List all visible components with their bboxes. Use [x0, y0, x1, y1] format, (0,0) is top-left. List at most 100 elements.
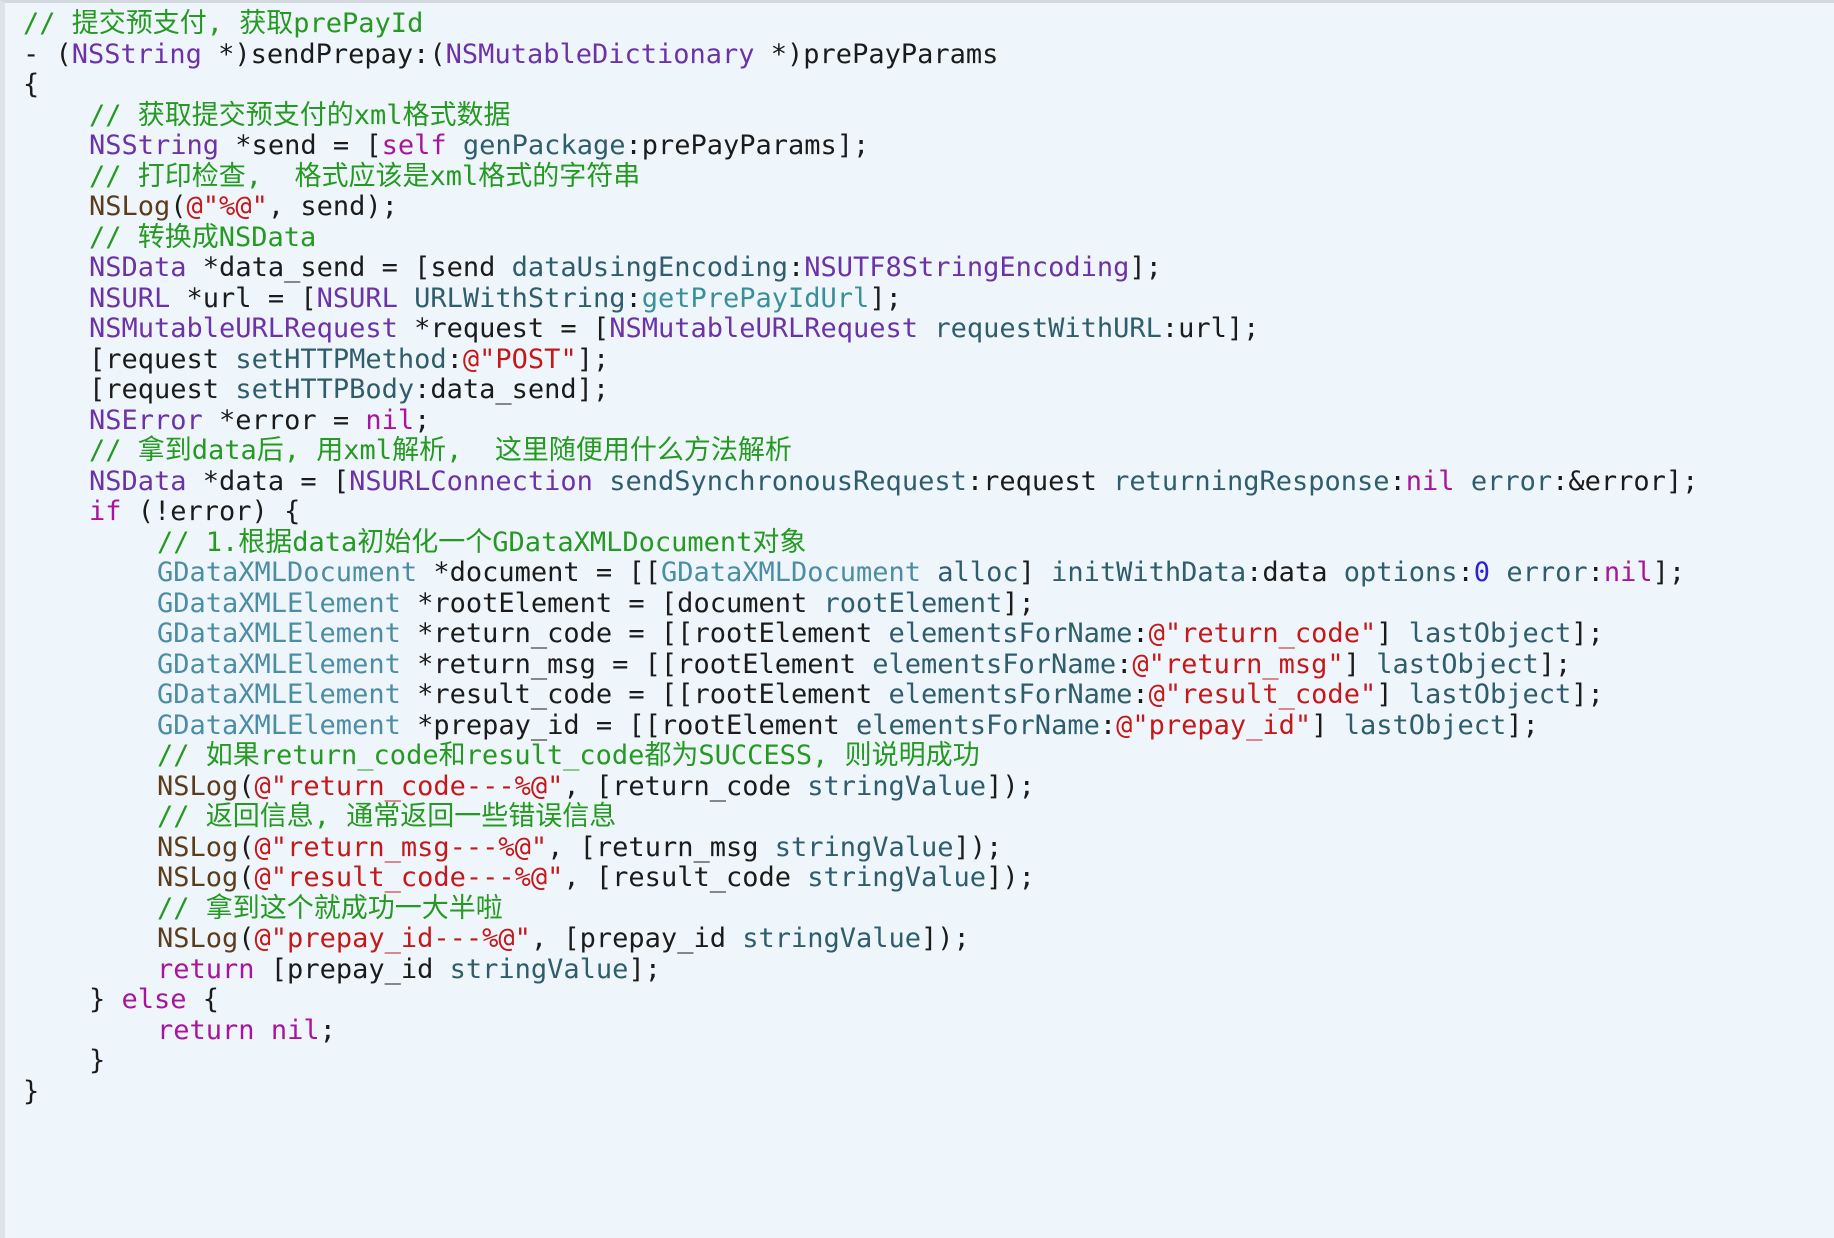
- code-token-plain: - (: [23, 38, 72, 70]
- code-line[interactable]: // 获取提交预支付的xml格式数据: [23, 100, 1698, 132]
- code-token-plain: ]: [1018, 557, 1052, 588]
- code-line[interactable]: // 返回信息, 通常返回一些错误信息: [23, 801, 1698, 833]
- code-line[interactable]: } else {: [23, 984, 1698, 1016]
- code-token-plain: *request = [: [397, 313, 610, 344]
- code-token-method: stringValue: [449, 953, 629, 985]
- code-token-plain: ]);: [921, 923, 970, 954]
- code-line[interactable]: NSLog(@"return_code---%@", [return_code …: [23, 770, 1698, 803]
- code-token-type: NSURLConnection: [349, 465, 593, 497]
- code-line[interactable]: NSLog(@"return_msg---%@", [return_msg st…: [23, 831, 1698, 864]
- code-line[interactable]: NSData *data_send = [send dataUsingEncod…: [23, 252, 1698, 284]
- code-line[interactable]: }: [23, 1076, 1698, 1108]
- code-editor[interactable]: // 提交预支付, 获取prePayId - (NSString *)sendPr…: [23, 8, 1698, 1108]
- code-token-comment: // 转换成NSData: [89, 221, 317, 253]
- code-token-plain: :: [788, 252, 805, 283]
- code-token-plain: :: [625, 282, 642, 314]
- code-token-method: elementsForName: [872, 648, 1117, 680]
- code-line[interactable]: NSString *send = [self genPackage:prePay…: [23, 130, 1698, 162]
- code-line[interactable]: // 拿到data后, 用xml解析, 这里随便用什么方法解析: [23, 435, 1698, 467]
- code-token-string: @"return_code": [1148, 618, 1377, 649]
- code-line[interactable]: // 打印检查, 格式应该是xml格式的字符串: [23, 161, 1698, 193]
- code-token-plain: *data = [: [186, 465, 350, 497]
- code-token-string: @"result_code---%@": [254, 862, 564, 893]
- code-line[interactable]: GDataXMLElement *prepay_id = [[rootEleme…: [23, 709, 1698, 742]
- code-token-type: NSMutableDictionary: [445, 38, 755, 70]
- code-token-plain: ;: [414, 404, 431, 436]
- code-token-string: @"return_code---%@": [254, 770, 564, 802]
- code-line[interactable]: GDataXMLElement *return_msg = [[rootElem…: [23, 648, 1698, 681]
- code-token-plain: :request: [966, 465, 1114, 497]
- code-token-keyword: self: [381, 130, 447, 161]
- code-token-plain: :: [1132, 679, 1149, 710]
- code-line[interactable]: - (NSString *)sendPrepay:(NSMutableDicti…: [23, 38, 1698, 71]
- code-line[interactable]: GDataXMLElement *rootElement = [document…: [23, 587, 1698, 620]
- code-token-plain: {: [186, 984, 220, 1015]
- code-token-plain: *rootElement = [document: [400, 587, 824, 619]
- code-token-plain: , [prepay_id: [530, 923, 743, 954]
- code-token-type: NSURL: [89, 282, 171, 314]
- code-token-plain: ]);: [986, 862, 1035, 893]
- code-token-plain: (!error) {: [121, 496, 301, 527]
- code-line[interactable]: {: [23, 69, 1698, 101]
- code-token-keyword: nil: [1405, 465, 1455, 497]
- code-line[interactable]: GDataXMLDocument *document = [[GDataXMLD…: [23, 557, 1698, 589]
- code-line[interactable]: NSURL *url = [NSURL URLWithString:getPre…: [23, 282, 1698, 315]
- code-token-method: lastObject: [1408, 618, 1572, 649]
- code-line[interactable]: NSData *data = [NSURLConnection sendSync…: [23, 465, 1698, 498]
- code-token-comment: // 提交预支付, 获取prePayId: [23, 8, 424, 39]
- code-token-comment: // 返回信息, 通常返回一些错误信息: [157, 801, 617, 832]
- code-token-plain: :data: [1246, 557, 1344, 588]
- code-line[interactable]: // 如果return_code和result_code都为SUCCESS, 则…: [23, 740, 1698, 772]
- code-token-method: options: [1343, 557, 1458, 588]
- code-token-keyword: nil: [270, 1014, 320, 1046]
- code-line[interactable]: NSLog(@"result_code---%@", [result_code …: [23, 862, 1698, 894]
- code-token-comment: // 1.根据data初始化一个GDataXMLDocument对象: [157, 526, 807, 558]
- code-token-plain: ];: [1506, 709, 1539, 741]
- code-line[interactable]: return [prepay_id stringValue];: [23, 953, 1698, 986]
- code-line[interactable]: // 拿到这个就成功一大半啦: [23, 893, 1698, 925]
- code-token-plain: *data_send = [send: [186, 252, 512, 283]
- code-token-plain: ];: [1002, 587, 1035, 619]
- code-token-method: returningResponse: [1113, 465, 1390, 497]
- code-token-comment: // 如果return_code和result_code都为SUCCESS, 则…: [157, 740, 980, 771]
- code-token-method: error: [1470, 465, 1553, 497]
- code-line[interactable]: NSLog(@"prepay_id---%@", [prepay_id stri…: [23, 923, 1698, 955]
- code-line[interactable]: GDataXMLElement *return_code = [[rootEle…: [23, 618, 1698, 650]
- code-token-keyword: if: [89, 496, 122, 527]
- code-token-plain: :url];: [1161, 313, 1260, 344]
- code-token-plain: ]: [1376, 679, 1409, 710]
- code-token-comment: // 拿到data后, 用xml解析, 这里随便用什么方法解析: [89, 435, 792, 466]
- code-line[interactable]: // 1.根据data初始化一个GDataXMLDocument对象: [23, 526, 1698, 559]
- code-line[interactable]: [request setHTTPMethod:@"POST"];: [23, 344, 1698, 376]
- code-line[interactable]: GDataXMLElement *result_code = [[rootEle…: [23, 679, 1698, 711]
- code-token-keyword: return: [157, 953, 255, 985]
- code-token-method: lastObject: [1376, 648, 1539, 680]
- code-token-plain: :: [1389, 465, 1406, 497]
- code-token-method: alloc: [937, 557, 1019, 588]
- code-line[interactable]: return nil;: [23, 1014, 1698, 1047]
- code-line[interactable]: NSLog(@"%@", send);: [23, 191, 1698, 223]
- code-token-macro: NSLog: [89, 191, 171, 222]
- code-line[interactable]: if (!error) {: [23, 496, 1698, 528]
- code-token-method: stringValue: [774, 831, 954, 863]
- code-token-method: error: [1506, 557, 1588, 588]
- code-token-string: @"return_msg": [1132, 648, 1344, 680]
- code-token-string: @"result_code": [1148, 679, 1377, 710]
- code-line[interactable]: NSMutableURLRequest *request = [NSMutabl…: [23, 313, 1698, 345]
- code-line[interactable]: // 转换成NSData: [23, 221, 1698, 254]
- code-token-class: GDataXMLElement: [157, 709, 401, 741]
- code-line[interactable]: // 提交预支付, 获取prePayId: [23, 8, 1698, 40]
- code-line[interactable]: [request setHTTPBody:data_send];: [23, 374, 1698, 406]
- code-token-plain: *url = [: [170, 282, 317, 314]
- code-token-plain: ];: [1571, 679, 1604, 710]
- code-token-plain: , [return_msg: [547, 831, 775, 863]
- code-line[interactable]: }: [23, 1045, 1698, 1077]
- code-line[interactable]: NSError *error = nil;: [23, 404, 1698, 437]
- code-token-string: @"prepay_id---%@": [254, 923, 531, 954]
- code-token-type: NSMutableURLRequest: [89, 313, 398, 344]
- code-token-type: NSError: [89, 404, 203, 436]
